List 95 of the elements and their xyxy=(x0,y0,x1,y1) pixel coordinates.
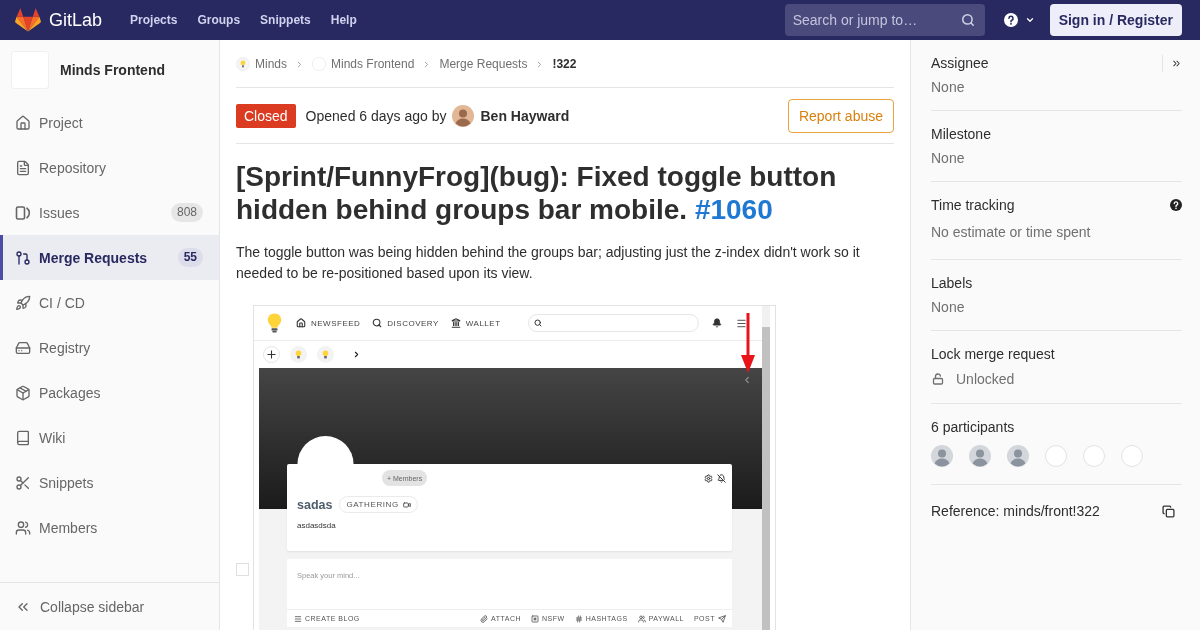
expand-sidebar-button[interactable] xyxy=(1162,54,1182,72)
author-link[interactable]: Ben Hayward xyxy=(452,104,570,127)
square-asterisk-icon xyxy=(531,614,540,623)
hash-icon xyxy=(574,614,583,623)
nav-link[interactable]: Groups xyxy=(197,13,241,27)
bell-icon[interactable] xyxy=(712,318,722,328)
package-icon xyxy=(15,384,31,401)
sidebar-item[interactable]: Issues 808 xyxy=(0,190,219,235)
chevron-down-icon xyxy=(1024,15,1035,25)
document-icon xyxy=(15,159,31,176)
app-nav-link[interactable]: DISCOVERY xyxy=(372,318,439,328)
plus-icon[interactable] xyxy=(263,346,280,363)
search-input[interactable]: Search or jump to… xyxy=(792,12,961,28)
breadcrumb-link[interactable]: !322 xyxy=(552,57,577,71)
menu-icon[interactable] xyxy=(736,317,747,329)
user-avatar-icon[interactable] xyxy=(1007,445,1029,467)
search-icon xyxy=(960,13,975,27)
app-nav-link[interactable]: NEWSFEED xyxy=(296,318,361,328)
gear-icon[interactable] xyxy=(704,473,713,483)
breadcrumb-link[interactable]: Minds xyxy=(236,57,287,71)
group-name: sadas xyxy=(297,497,333,512)
count-badge: 808 xyxy=(170,203,203,222)
chevron-right-icon xyxy=(295,59,304,69)
bulb-avatar-icon xyxy=(236,57,250,71)
video-camera-icon xyxy=(402,500,411,509)
copy-icon[interactable] xyxy=(1162,504,1175,518)
reference-text: Reference: minds/front!322 xyxy=(931,502,1100,521)
sidebar-item[interactable]: Members xyxy=(0,505,219,550)
section-title: 6 participants xyxy=(931,418,1015,437)
fox-logo-icon xyxy=(15,8,41,32)
section-value: Unlocked xyxy=(956,371,1015,387)
project-name: Minds Frontend xyxy=(60,62,165,78)
merge-request-title: [Sprint/FunnyFrog](bug): Fixed toggle button hidden behind groups bar mobile. #1060 xyxy=(236,160,838,226)
user-avatar-icon[interactable] xyxy=(931,445,953,467)
annotation-arrow-icon xyxy=(741,313,755,373)
home-icon xyxy=(296,318,306,328)
section-value: None xyxy=(931,78,966,97)
sidebar-item[interactable]: Wiki xyxy=(0,415,219,460)
section-title: Milestone xyxy=(931,125,991,144)
search-icon xyxy=(534,319,542,327)
hard-drive-icon xyxy=(15,339,31,356)
breadcrumb-link[interactable]: Merge Requests xyxy=(439,57,528,71)
users-icon xyxy=(15,519,31,536)
users-icon xyxy=(637,614,646,623)
help-icon xyxy=(1003,13,1018,27)
paperclip-icon xyxy=(480,614,489,623)
gathering-button[interactable]: GATHERING xyxy=(339,496,418,513)
bank-icon xyxy=(450,318,461,328)
help-dropdown-button[interactable] xyxy=(1003,13,1035,27)
nav-link[interactable]: Help xyxy=(330,13,357,27)
search-field[interactable]: Search or jump to… xyxy=(784,4,985,36)
sign-in-button[interactable]: Sign in / Register xyxy=(1049,4,1182,36)
sidebar-item[interactable]: Packages xyxy=(0,370,219,415)
status-badge: Closed xyxy=(236,103,296,128)
breadcrumb-link[interactable]: Minds Frontend xyxy=(312,57,415,71)
search-icon xyxy=(372,318,383,328)
section-value: No estimate or time spent xyxy=(931,223,1092,242)
nav-link[interactable]: Snippets xyxy=(260,13,311,27)
app-nav-link[interactable]: WALLET xyxy=(450,318,501,328)
section-title: Assignee xyxy=(931,54,989,73)
issues-icon xyxy=(15,204,31,221)
user-avatar-icon[interactable] xyxy=(969,445,991,467)
empty-square-icon xyxy=(236,563,249,576)
count-badge: 55 xyxy=(177,248,203,267)
sidebar-item[interactable]: Registry xyxy=(0,325,219,370)
collapse-sidebar-button[interactable]: Collapse sidebar xyxy=(0,582,219,630)
section-title: Lock merge request xyxy=(931,345,1055,364)
logo-link[interactable]: GitLab xyxy=(15,8,103,32)
opened-text: Opened 6 days ago by xyxy=(305,107,447,124)
lightbulb-logo-icon xyxy=(267,313,282,333)
nav-link[interactable]: Projects xyxy=(130,13,178,27)
send-icon xyxy=(718,614,726,623)
section-title: Time tracking xyxy=(931,196,1015,215)
pull-request-icon xyxy=(15,249,31,266)
chevron-left-icon[interactable] xyxy=(742,375,752,385)
section-value: None xyxy=(931,298,966,317)
user-avatar-icon xyxy=(452,104,475,127)
bell-off-icon[interactable] xyxy=(717,473,726,483)
home-icon xyxy=(15,114,31,131)
sidebar-item[interactable]: Project xyxy=(0,100,219,145)
scissors-icon xyxy=(15,474,31,491)
help-icon[interactable] xyxy=(1170,199,1182,211)
issue-link[interactable]: #1060 xyxy=(694,194,773,225)
rocket-icon xyxy=(15,294,31,311)
sidebar-item[interactable]: Repository xyxy=(0,145,219,190)
section-value: None xyxy=(931,149,966,168)
sidebar-item[interactable]: Snippets xyxy=(0,460,219,505)
description-text: The toggle button was being hidden behind the groups bar; adjusting just the z-index didn't work so it needed to be re-positioned based upon its view. xyxy=(236,243,861,283)
menu-icon xyxy=(294,614,302,623)
sidebar-item[interactable]: CI / CD xyxy=(0,280,219,325)
group-description: asdasdsda xyxy=(297,521,337,530)
chevron-right-icon[interactable] xyxy=(352,350,361,359)
section-title: Labels xyxy=(931,274,973,293)
book-icon xyxy=(15,429,31,446)
sidebar-item[interactable]: Merge Requests 55 xyxy=(0,235,219,280)
